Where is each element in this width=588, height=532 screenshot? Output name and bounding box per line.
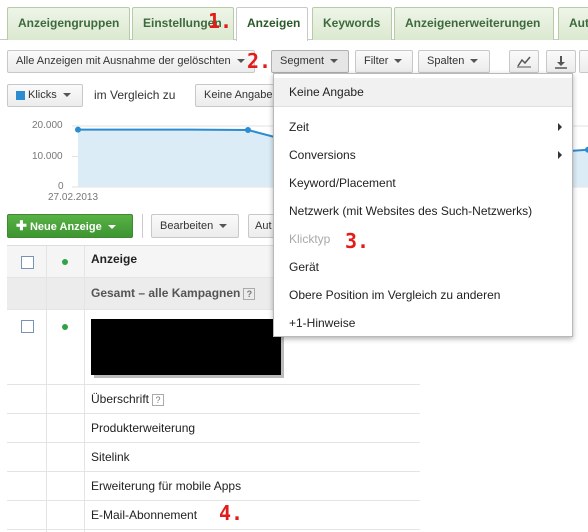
menu-item-netzwerk[interactable]: Netzwerk (mit Websites des Such-Netzwerk…: [274, 197, 572, 225]
columns-button[interactable]: Spalten: [418, 50, 490, 73]
select-all-checkbox[interactable]: [21, 256, 34, 269]
status-cell: [47, 443, 85, 471]
annotation-step-3: 3.: [345, 229, 370, 253]
chevron-right-icon: [558, 123, 562, 131]
checkbox-cell: [7, 278, 47, 309]
chevron-down-icon: [107, 225, 116, 230]
tab-anzeigenerweiterungen[interactable]: Anzeigenerweiterungen: [394, 7, 554, 40]
chevron-down-icon: [470, 59, 479, 64]
plus-icon: ✚: [16, 218, 27, 233]
filter-label: Filter: [364, 55, 389, 67]
status-cell: [47, 310, 85, 384]
menu-item-conversions[interactable]: Conversions: [274, 141, 572, 169]
compare-value: Keine Angabe: [204, 89, 273, 101]
chevron-down-icon: [219, 224, 228, 229]
segment-dropdown-menu: Keine Angabe Zeit Conversions Keyword/Pl…: [273, 73, 573, 337]
chevron-down-icon: [330, 59, 339, 64]
compare-label: im Vergleich zu: [94, 88, 176, 102]
chart-toggle-button[interactable]: [509, 50, 539, 73]
compare-select[interactable]: Keine Angabe: [195, 84, 275, 107]
automate-label: Aut: [255, 220, 272, 232]
chart-point: [245, 126, 251, 133]
row-label: Erweiterung für mobile Apps: [91, 479, 242, 493]
menu-item-label: Zeit: [289, 120, 310, 134]
menu-item-klicktyp: Klicktyp: [289, 232, 331, 246]
menu-item-keyword-placement[interactable]: Keyword/Placement: [274, 169, 572, 197]
checkbox-cell: [7, 385, 47, 413]
status-cell: [47, 385, 85, 413]
metric-color-swatch: [16, 90, 25, 100]
tab-automatisiert[interactable]: Aut: [558, 7, 588, 40]
status-cell: [47, 278, 85, 309]
help-icon[interactable]: ?: [243, 287, 256, 300]
redacted-ad-preview: [91, 319, 281, 375]
download-button[interactable]: [546, 50, 576, 73]
toolbar-divider: [142, 214, 143, 238]
total-label: Gesamt – alle Kampagnen?: [91, 278, 256, 309]
menu-item-obere-position[interactable]: Obere Position im Vergleich zu anderen: [274, 281, 572, 309]
edit-label: Bearbeiten: [160, 220, 214, 232]
status-dot-icon: [62, 259, 68, 265]
checkbox-cell: [7, 310, 47, 384]
checkbox-cell: [7, 443, 47, 471]
columns-label: Spalten: [427, 55, 465, 67]
table-row: E-Mail-Abonnement: [7, 501, 420, 530]
annotation-step-1: 1.: [208, 9, 233, 33]
more-toolbar-button[interactable]: [579, 50, 588, 73]
column-header-anzeige[interactable]: Anzeige: [91, 246, 137, 277]
filter-button[interactable]: Filter: [355, 50, 413, 73]
new-ad-label: Neue Anzeige: [29, 221, 102, 233]
tab-anzeigengruppen[interactable]: Anzeigengruppen: [7, 7, 130, 40]
status-dot-icon: [62, 324, 68, 330]
tab-anzeigen[interactable]: Anzeigen: [236, 7, 308, 41]
help-icon[interactable]: ?: [152, 393, 165, 406]
new-ad-button[interactable]: ✚ Neue Anzeige: [7, 214, 133, 238]
metric-label: Klicks: [28, 89, 57, 101]
chevron-down-icon: [236, 59, 245, 64]
ad-filter-dropdown[interactable]: Alle Anzeigen mit Ausnahme der gelöschte…: [7, 50, 255, 73]
status-cell: [47, 414, 85, 442]
row-label-text: Überschrift: [91, 392, 150, 406]
status-cell: [47, 472, 85, 500]
status-cell: [47, 501, 85, 529]
checkbox-cell: [7, 501, 47, 529]
segment-button[interactable]: Segment: [271, 50, 349, 73]
row-label: Produkterweiterung: [91, 421, 196, 435]
chevron-down-icon: [62, 93, 71, 98]
download-icon: [555, 56, 567, 69]
tab-keywords[interactable]: Keywords: [312, 7, 392, 40]
annotation-step-4: 4.: [219, 501, 244, 525]
ad-filter-label: Alle Anzeigen mit Ausnahme der gelöschte…: [16, 55, 231, 67]
menu-item-label: Conversions: [289, 148, 356, 162]
chart-point: [75, 126, 81, 133]
menu-item-geraet[interactable]: Gerät: [274, 253, 572, 281]
table-row: Erweiterung für mobile Apps: [7, 472, 420, 501]
annotation-step-2: 2.: [247, 49, 272, 73]
table-row: Sitelink: [7, 443, 420, 472]
checkbox-cell: [7, 414, 47, 442]
row-label: Überschrift?: [91, 385, 165, 413]
metric-select[interactable]: Klicks: [7, 84, 83, 107]
menu-item-zeit[interactable]: Zeit: [274, 113, 572, 141]
header-status-cell: [47, 246, 85, 277]
header-checkbox-cell: [7, 246, 47, 277]
menu-item-keine-angabe[interactable]: Keine Angabe: [274, 78, 572, 106]
chevron-down-icon: [394, 59, 403, 64]
table-row: Überschrift?: [7, 385, 420, 414]
row-label: E-Mail-Abonnement: [91, 508, 198, 522]
menu-divider: [274, 106, 572, 107]
line-chart-icon: [517, 56, 531, 68]
campaign-tabs: Anzeigengruppen Einstellungen Anzeigen K…: [0, 0, 588, 41]
edit-button[interactable]: Bearbeiten: [151, 214, 239, 238]
row-label: Sitelink: [91, 450, 130, 464]
checkbox-cell: [7, 472, 47, 500]
total-label-text: Gesamt – alle Kampagnen: [91, 286, 241, 300]
table-row: Produkterweiterung: [7, 414, 420, 443]
chevron-right-icon: [558, 151, 562, 159]
segment-label: Segment: [280, 55, 325, 67]
row-checkbox[interactable]: [21, 320, 34, 333]
menu-item-plus-one-hinweise[interactable]: +1-Hinweise: [274, 309, 572, 337]
